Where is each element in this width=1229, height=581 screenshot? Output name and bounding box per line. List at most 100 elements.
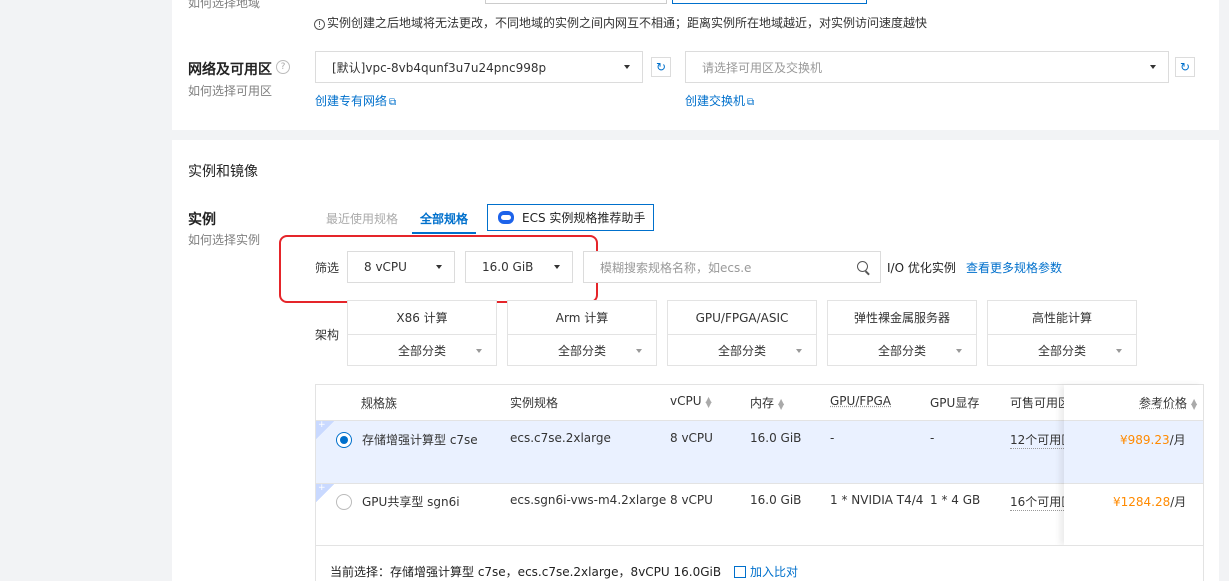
chevron-down-icon bbox=[436, 265, 442, 269]
row-vcpu: 8 vCPU bbox=[670, 431, 713, 445]
row-gpu-mem: 1 * 4 GB bbox=[930, 493, 981, 507]
region-notice: ! 实例创建之后地域将无法更改，不同地域的实例之间内网互不相通；距离实例所在地域越… bbox=[314, 14, 927, 31]
compare-icon bbox=[734, 566, 746, 578]
zone-select-placeholder: 请选择可用区及交换机 bbox=[702, 60, 823, 75]
add-compare-button[interactable]: 加入比对 bbox=[734, 563, 798, 580]
vpc-select[interactable]: [默认]vpc-8vb4qunf3u7u24pnc998p bbox=[315, 51, 643, 83]
instance-help-link[interactable]: 如何选择实例 bbox=[188, 231, 260, 248]
vpc-select-value: [默认]vpc-8vb4qunf3u7u24pnc998p bbox=[332, 60, 547, 75]
spec-assistant-label: ECS 实例规格推荐助手 bbox=[522, 211, 646, 225]
robot-icon bbox=[498, 211, 514, 224]
external-link-icon: ⧉ bbox=[389, 97, 397, 108]
instance-label: 实例 bbox=[188, 212, 216, 228]
header-mem[interactable]: 内存 ▲ ▼ bbox=[750, 394, 784, 411]
header-spec: 实例规格 bbox=[510, 396, 559, 410]
create-vpc-link[interactable]: 创建专有网络 ⧉ bbox=[315, 92, 396, 109]
question-icon[interactable]: ? bbox=[276, 60, 290, 74]
row-gpu: 1 * NVIDIA T4/4 bbox=[830, 493, 924, 507]
row-radio[interactable] bbox=[336, 432, 352, 448]
refresh-zone-icon[interactable]: ↻ bbox=[1175, 57, 1195, 77]
row-family: GPU共享型 sgn6i bbox=[362, 495, 460, 509]
row-vcpu: 8 vCPU bbox=[670, 493, 713, 507]
refresh-vpc-icon[interactable]: ↻ bbox=[651, 57, 671, 77]
arch-bare-metal-select[interactable]: 全部分类 bbox=[827, 334, 977, 366]
create-switch-link[interactable]: 创建交换机 ⧉ bbox=[685, 92, 754, 109]
row-avail[interactable]: 12个可用区 bbox=[1010, 433, 1064, 447]
header-vcpu[interactable]: vCPU ▲ ▼ bbox=[670, 394, 712, 408]
row-avail-clip: 12个可用区 bbox=[1010, 431, 1064, 449]
row-spec: ecs.sgn6i-vws-m4.2xlarge bbox=[510, 493, 667, 507]
row-price: ¥989.23/月 bbox=[1120, 433, 1186, 447]
tab-recent-specs[interactable]: 最近使用规格 bbox=[326, 210, 398, 227]
header-gpu: GPU/FPGA bbox=[830, 394, 892, 408]
chevron-down-icon bbox=[636, 349, 642, 353]
row-gpu-mem: - bbox=[930, 431, 935, 445]
header-avail: 可售可用区 bbox=[1010, 396, 1064, 410]
add-compare-label: 加入比对 bbox=[750, 565, 799, 579]
new-tag-icon: + bbox=[316, 484, 334, 502]
cpu-filter-select[interactable]: 8 vCPU bbox=[347, 251, 455, 283]
mem-filter-value: 16.0 GiB bbox=[482, 260, 534, 274]
info-icon: ! bbox=[314, 19, 325, 30]
more-params-link[interactable]: 查看更多规格参数 bbox=[966, 259, 1062, 276]
chevron-down-icon bbox=[624, 65, 630, 69]
zone-select[interactable]: 请选择可用区及交换机 bbox=[685, 51, 1169, 83]
current-selection: 当前选择：存储增强计算型 c7se，ecs.c7se.2xlarge，8vCPU… bbox=[330, 565, 722, 579]
header-avail-clip: 可售可用区 bbox=[1010, 394, 1064, 411]
spec-search-placeholder: 模糊搜索规格名称，如ecs.e bbox=[600, 260, 752, 275]
header-price-label: 参考价格 bbox=[1139, 396, 1188, 410]
region-help-link[interactable]: 如何选择地域 bbox=[188, 0, 260, 11]
chevron-down-icon bbox=[476, 349, 482, 353]
spec-assistant-button[interactable]: ECS 实例规格推荐助手 bbox=[487, 204, 654, 231]
io-optimized-label: I/O 优化实例 bbox=[887, 261, 956, 275]
arch-bare-metal-title: 弹性裸金属服务器 bbox=[827, 300, 977, 334]
arch-hpc-title: 高性能计算 bbox=[987, 300, 1137, 334]
cpu-filter-value: 8 vCPU bbox=[364, 260, 407, 274]
arch-label: 架构 bbox=[315, 328, 340, 342]
row-mem: 16.0 GiB bbox=[750, 493, 802, 507]
arch-arm-title: Arm 计算 bbox=[507, 300, 657, 334]
arch-arm-select[interactable]: 全部分类 bbox=[507, 334, 657, 366]
row-mem: 16.0 GiB bbox=[750, 431, 802, 445]
header-gpu-mem: GPU显存 bbox=[930, 396, 980, 410]
arch-gpu-select[interactable]: 全部分类 bbox=[667, 334, 817, 366]
row-family: 存储增强计算型 c7se bbox=[362, 433, 478, 447]
header-price: 参考价格 ▲ ▼ bbox=[1139, 394, 1197, 411]
sort-icon[interactable]: ▲ ▼ bbox=[1191, 397, 1197, 410]
sort-icon[interactable]: ▲ ▼ bbox=[778, 397, 784, 410]
mem-filter-select[interactable]: 16.0 GiB bbox=[465, 251, 573, 283]
chevron-down-icon bbox=[1116, 349, 1122, 353]
create-switch-text: 创建交换机 bbox=[685, 94, 746, 108]
arch-hpc-select[interactable]: 全部分类 bbox=[987, 334, 1137, 366]
external-link-icon: ⧉ bbox=[747, 97, 755, 108]
top-cut-box bbox=[485, 0, 667, 4]
arch-gpu-title: GPU/FPGA/ASIC bbox=[667, 300, 817, 334]
price-divider bbox=[1064, 483, 1203, 484]
chevron-down-icon bbox=[796, 349, 802, 353]
row-radio[interactable] bbox=[336, 494, 352, 510]
new-tag-icon: + bbox=[316, 421, 334, 439]
row-gpu: - bbox=[830, 431, 835, 445]
zone-help-link[interactable]: 如何选择可用区 bbox=[188, 82, 272, 99]
tab-all-specs-label: 全部规格 bbox=[420, 212, 469, 226]
network-label: 网络及可用区 bbox=[188, 62, 272, 78]
spec-search-input[interactable]: 模糊搜索规格名称，如ecs.e bbox=[583, 251, 881, 283]
arch-x86-select[interactable]: 全部分类 bbox=[347, 334, 497, 366]
sort-icon[interactable]: ▲ ▼ bbox=[706, 395, 712, 408]
create-vpc-text: 创建专有网络 bbox=[315, 94, 388, 108]
tab-all-specs[interactable]: 全部规格 bbox=[412, 210, 477, 234]
row-spec: ecs.c7se.2xlarge bbox=[510, 431, 611, 445]
chevron-down-icon bbox=[1150, 65, 1156, 69]
row-price: ¥1284.28/月 bbox=[1113, 495, 1187, 509]
row-avail[interactable]: 16个可用区 bbox=[1010, 495, 1064, 509]
region-notice-text: 实例创建之后地域将无法更改，不同地域的实例之间内网互不相通；距离实例所在地域越近… bbox=[327, 16, 928, 30]
row-avail-clip: 16个可用区 bbox=[1010, 493, 1064, 511]
header-family: 规格族 bbox=[361, 396, 398, 410]
arch-x86-title: X86 计算 bbox=[347, 300, 497, 334]
network-card: 如何选择地域 ! 实例创建之后地域将无法更改，不同地域的实例之间内网互不相通；距离… bbox=[172, 0, 1219, 130]
chevron-down-icon bbox=[554, 265, 560, 269]
chevron-down-icon bbox=[956, 349, 962, 353]
top-cut-box-active bbox=[672, 0, 867, 4]
filter-label: 筛选 bbox=[315, 261, 340, 275]
section-title: 实例和镜像 bbox=[188, 164, 258, 180]
